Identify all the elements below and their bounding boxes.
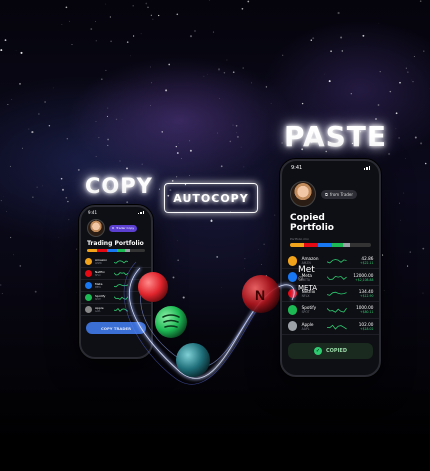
hero-stage: COPY AUTOCOPY PASTE 9:41 ⧉ Trader Copy T…	[0, 0, 430, 471]
spotify-orb	[155, 306, 187, 338]
netflix-orb	[138, 272, 168, 302]
floor-reflection	[0, 390, 430, 471]
teal-orb	[176, 343, 210, 377]
netflix-icon: N	[255, 287, 265, 303]
